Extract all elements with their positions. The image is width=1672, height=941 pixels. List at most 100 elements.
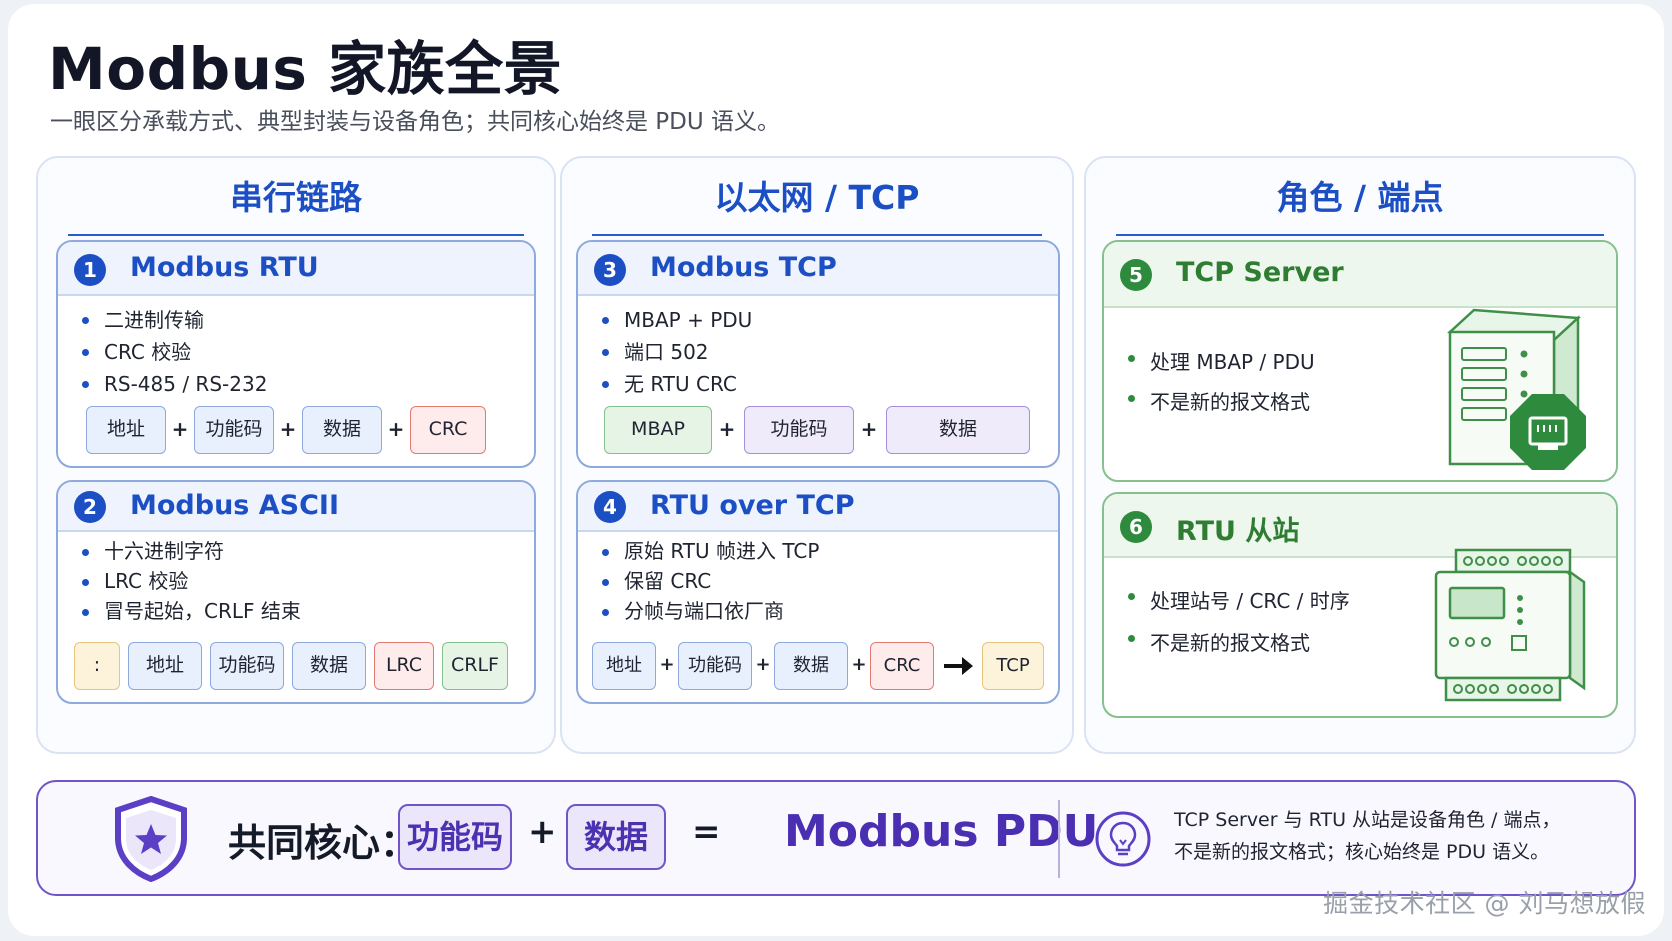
frame-field-tcp: TCP bbox=[982, 642, 1044, 690]
core-label: 共同核心： bbox=[228, 821, 419, 865]
bullet-list: 十六进制字符 LRC 校验 冒号起始，CRLF 结束 bbox=[80, 536, 301, 626]
frame-field-crc: CRC bbox=[410, 406, 486, 454]
frame-field-function-code: 功能码 bbox=[678, 642, 752, 690]
bullet-item: 无 RTU CRC bbox=[600, 368, 752, 400]
column-ethernet: 以太网 / TCP 3 Modbus TCP MBAP + PDU 端口 502… bbox=[560, 156, 1074, 754]
card-title: RTU 从站 bbox=[1176, 516, 1300, 547]
frame-field-address: 地址 bbox=[592, 642, 656, 690]
bullet-list: 二进制传输 CRC 校验 RS-485 / RS-232 bbox=[80, 304, 267, 400]
arrow-right-icon bbox=[944, 657, 973, 675]
shield-star-icon bbox=[115, 796, 187, 882]
column-title: 角色 / 端点 bbox=[1116, 172, 1604, 236]
card-header: 1 Modbus RTU bbox=[58, 242, 534, 296]
bullet-item: MBAP + PDU bbox=[600, 304, 752, 336]
frame-structure: 地址 + 功能码 + 数据 + CRC TCP bbox=[592, 642, 1044, 692]
number-badge: 2 bbox=[74, 491, 106, 523]
core-note-line: TCP Server 与 RTU 从站是设备角色 / 端点， bbox=[1174, 809, 1561, 831]
lightbulb-icon bbox=[1095, 811, 1151, 867]
frame-field-data: 数据 bbox=[302, 406, 382, 454]
frame-field-data: 数据 bbox=[774, 642, 848, 690]
column-serial: 串行链路 1 Modbus RTU 二进制传输 CRC 校验 RS-485 / … bbox=[36, 156, 556, 754]
bullet-item: 不是新的报文格式 bbox=[1126, 622, 1350, 664]
column-title: 以太网 / TCP bbox=[592, 172, 1042, 236]
plus-sign: + bbox=[851, 654, 867, 675]
core-data-pill: 数据 bbox=[566, 804, 666, 870]
plus-sign: + bbox=[860, 417, 878, 441]
bullet-item: 二进制传输 bbox=[80, 304, 267, 336]
din-rail-device-icon bbox=[1434, 548, 1586, 702]
frame-field-function-code: 功能码 bbox=[194, 406, 274, 454]
bullet-list: 处理站号 / CRC / 时序 不是新的报文格式 bbox=[1126, 580, 1350, 664]
card-modbus-rtu: 1 Modbus RTU 二进制传输 CRC 校验 RS-485 / RS-23… bbox=[56, 240, 536, 468]
page-title: Modbus 家族全景 bbox=[48, 35, 563, 103]
card-title: Modbus TCP bbox=[650, 252, 837, 283]
frame-field-crc: CRC bbox=[870, 642, 934, 690]
card-title: Modbus RTU bbox=[130, 252, 319, 283]
plus-sign: + bbox=[171, 417, 189, 441]
bullet-item: 原始 RTU 帧进入 TCP bbox=[600, 536, 819, 566]
plus-sign: + bbox=[279, 417, 297, 441]
plus-sign: + bbox=[528, 812, 557, 852]
number-badge: 1 bbox=[74, 254, 106, 286]
number-badge: 6 bbox=[1120, 511, 1152, 543]
card-rtu-over-tcp: 4 RTU over TCP 原始 RTU 帧进入 TCP 保留 CRC 分帧与… bbox=[576, 480, 1060, 704]
frame-field-function-code: 功能码 bbox=[744, 406, 854, 454]
bullet-list: 原始 RTU 帧进入 TCP 保留 CRC 分帧与端口依厂商 bbox=[600, 536, 819, 626]
card-modbus-tcp: 3 Modbus TCP MBAP + PDU 端口 502 无 RTU CRC… bbox=[576, 240, 1060, 468]
frame-field-crlf: CRLF bbox=[442, 642, 508, 690]
bullet-item: 保留 CRC bbox=[600, 566, 819, 596]
core-note: TCP Server 与 RTU 从站是设备角色 / 端点， 不是新的报文格式；… bbox=[1174, 804, 1561, 868]
bullet-item: 十六进制字符 bbox=[80, 536, 301, 566]
plus-sign: + bbox=[755, 654, 771, 675]
bullet-item: 处理 MBAP / PDU bbox=[1126, 342, 1315, 382]
card-modbus-ascii: 2 Modbus ASCII 十六进制字符 LRC 校验 冒号起始，CRLF 结… bbox=[56, 480, 536, 704]
core-note-line: 不是新的报文格式；核心始终是 PDU 语义。 bbox=[1174, 841, 1550, 863]
page-subtitle: 一眼区分承载方式、典型封装与设备角色；共同核心始终是 PDU 语义。 bbox=[50, 109, 781, 135]
card-rtu-slave: 6 RTU 从站 处理站号 / CRC / 时序 不是新的报文格式 bbox=[1102, 492, 1618, 718]
column-title: 串行链路 bbox=[68, 172, 524, 236]
frame-field-colon: : bbox=[74, 642, 120, 690]
bullet-item: 端口 502 bbox=[600, 336, 752, 368]
frame-field-lrc: LRC bbox=[374, 642, 434, 690]
frame-field-data: 数据 bbox=[292, 642, 366, 690]
bullet-item: LRC 校验 bbox=[80, 566, 301, 596]
plus-sign: + bbox=[718, 417, 736, 441]
card-header: 5 TCP Server bbox=[1104, 242, 1616, 308]
bullet-item: 分帧与端口依厂商 bbox=[600, 596, 819, 626]
card-title: RTU over TCP bbox=[650, 490, 855, 521]
divider bbox=[1058, 800, 1060, 878]
frame-structure: MBAP + 功能码 + 数据 bbox=[592, 406, 1044, 456]
plus-sign: + bbox=[659, 654, 675, 675]
bullet-list: MBAP + PDU 端口 502 无 RTU CRC bbox=[600, 304, 752, 400]
ethernet-port-icon bbox=[1510, 394, 1586, 470]
card-header: 2 Modbus ASCII bbox=[58, 482, 534, 532]
card-title: Modbus ASCII bbox=[130, 490, 340, 521]
core-function-code-pill: 功能码 bbox=[398, 804, 512, 870]
bullet-item: RS-485 / RS-232 bbox=[80, 368, 267, 400]
frame-field-data: 数据 bbox=[886, 406, 1030, 454]
frame-field-address: 地址 bbox=[128, 642, 202, 690]
bullet-item: CRC 校验 bbox=[80, 336, 267, 368]
bullet-item: 处理站号 / CRC / 时序 bbox=[1126, 580, 1350, 622]
watermark: 掘金技术社区 @ 刘马想放假 bbox=[1323, 889, 1646, 918]
frame-structure: 地址 + 功能码 + 数据 + CRC bbox=[72, 406, 520, 456]
card-tcp-server: 5 TCP Server 处理 MBAP / PDU 不是新的报文格式 bbox=[1102, 240, 1618, 482]
number-badge: 4 bbox=[594, 491, 626, 523]
column-roles: 角色 / 端点 5 TCP Server 处理 MBAP / PDU 不是新的报… bbox=[1084, 156, 1636, 754]
card-title: TCP Server bbox=[1176, 257, 1344, 288]
frame-structure: : 地址 功能码 数据 LRC CRLF bbox=[74, 642, 520, 692]
modbus-pdu-label: Modbus PDU bbox=[784, 806, 1099, 857]
equals-sign: = bbox=[692, 812, 721, 852]
frame-field-address: 地址 bbox=[86, 406, 166, 454]
number-badge: 5 bbox=[1120, 259, 1152, 291]
frame-field-mbap: MBAP bbox=[604, 406, 712, 454]
bullet-item: 不是新的报文格式 bbox=[1126, 382, 1315, 422]
card-header: 4 RTU over TCP bbox=[578, 482, 1058, 532]
card-header: 3 Modbus TCP bbox=[578, 242, 1058, 296]
shared-core-banner: 共同核心： 功能码 + 数据 = Modbus PDU TCP Server 与… bbox=[36, 780, 1636, 896]
bullet-item: 冒号起始，CRLF 结束 bbox=[80, 596, 301, 626]
number-badge: 3 bbox=[594, 254, 626, 286]
plus-sign: + bbox=[387, 417, 405, 441]
bullet-list: 处理 MBAP / PDU 不是新的报文格式 bbox=[1126, 342, 1315, 422]
frame-field-function-code: 功能码 bbox=[210, 642, 284, 690]
